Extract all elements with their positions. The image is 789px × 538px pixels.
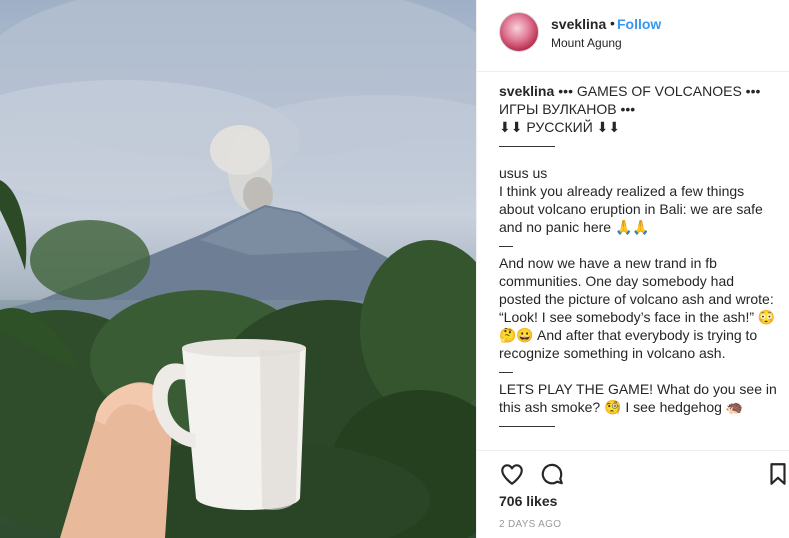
volcano-scene <box>0 0 476 538</box>
caption-line-1: sveklina ••• GAMES OF VOLCANOES ••• <box>499 82 779 100</box>
caption-text: ••• GAMES OF VOLCANOES ••• <box>558 83 761 99</box>
caption-text: ———— <box>499 137 555 153</box>
post-actions: 706 likes 2 DAYS AGO <box>477 450 789 538</box>
caption-text: LETS PLAY THE GAME! What do you see in t… <box>499 381 777 415</box>
instagram-post: sveklina • Follow Mount Agung sveklina ••… <box>0 0 789 538</box>
post-timestamp[interactable]: 2 DAYS AGO <box>499 519 561 530</box>
avatar[interactable] <box>499 12 539 52</box>
caption-text: ИГРЫ ВУЛКАНОВ ••• <box>499 101 636 117</box>
caption-text: ⬇⬇ РУССКИЙ ⬇⬇ <box>499 119 621 135</box>
caption-text: usus us <box>499 165 548 181</box>
caption-text: ———— <box>499 417 555 433</box>
follow-button[interactable]: Follow <box>617 16 661 32</box>
caption-text: And now we have a new trand in fb commun… <box>499 255 776 361</box>
speech-bubble-icon[interactable] <box>539 461 565 487</box>
caption-text: I think you already realized a few thing… <box>499 183 763 235</box>
caption-text: — <box>499 363 513 379</box>
heart-icon[interactable] <box>499 461 525 487</box>
bookmark-icon[interactable] <box>765 461 789 487</box>
post-header: sveklina • Follow Mount Agung <box>477 0 789 72</box>
caption-text: — <box>499 237 513 253</box>
likes-count[interactable]: 706 likes <box>499 493 557 509</box>
caption-username[interactable]: sveklina <box>499 83 554 99</box>
post-caption: sveklina ••• GAMES OF VOLCANOES ••• ИГРЫ … <box>499 82 779 450</box>
location-link[interactable]: Mount Agung <box>551 36 622 50</box>
post-photo[interactable] <box>0 0 476 538</box>
username-link[interactable]: sveklina <box>551 16 606 32</box>
separator-dot: • <box>610 15 615 31</box>
post-side-panel: sveklina • Follow Mount Agung sveklina ••… <box>476 0 789 538</box>
